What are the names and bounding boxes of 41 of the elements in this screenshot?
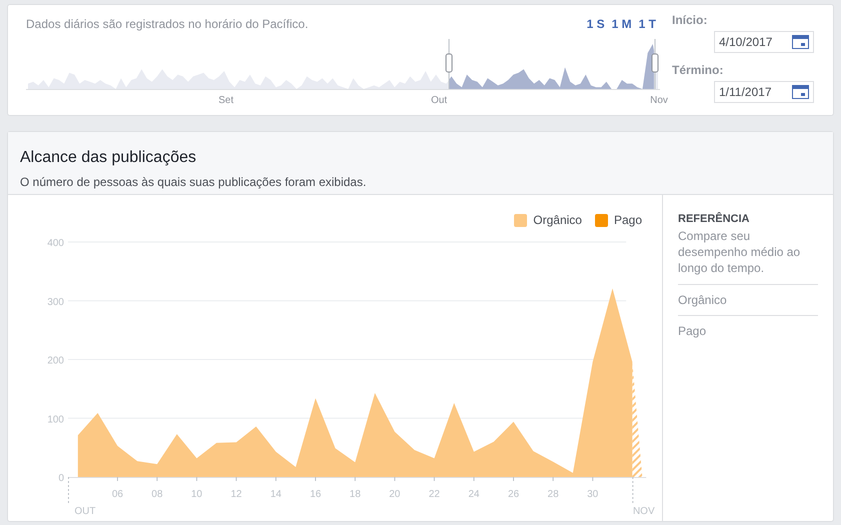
x-axis-label: 20	[389, 489, 400, 500]
x-axis-label: 28	[548, 489, 559, 500]
range-button[interactable]: 1 S	[586, 15, 605, 33]
reference-item[interactable]: Orgânico	[678, 284, 818, 316]
calendar-icon[interactable]	[792, 85, 809, 99]
x-axis-label: 06	[112, 489, 124, 500]
card-subtitle: O número de pessoas às quais suas publicações foram exibidas.	[20, 174, 368, 191]
x-axis-label: 24	[468, 489, 480, 500]
x-axis-label: 30	[587, 489, 598, 500]
range-button[interactable]: 1 M	[612, 15, 632, 33]
legend-label: Orgânico	[533, 212, 582, 229]
timezone-note: Dados diários são registrados no horário do Pacífico.	[26, 16, 308, 33]
x-axis-label: 26	[508, 489, 520, 500]
legend-label: Pago	[614, 212, 642, 229]
start-date-field[interactable]: 4/10/2017	[714, 31, 814, 53]
month-label: Out	[430, 94, 448, 108]
x-axis-label: 10	[191, 489, 202, 500]
calendar-icon[interactable]	[792, 35, 809, 49]
y-axis-label: 0	[58, 473, 64, 484]
month-label: Set	[218, 94, 234, 108]
card-title: Alcance das publicações	[20, 148, 198, 168]
month-label: Nov	[650, 94, 668, 108]
reference-heading: REFERÊNCIA	[678, 211, 751, 227]
x-axis-label: 12	[230, 489, 242, 500]
y-axis-label: 400	[47, 238, 64, 249]
y-axis-label: 300	[47, 296, 64, 308]
reference-description: Compare seu desempenho médio ao longo do tempo.	[678, 228, 818, 284]
x-axis-label: 18	[350, 489, 361, 500]
month-label: NOV	[632, 506, 655, 517]
y-axis-label: 200	[47, 356, 64, 366]
x-axis-label: 16	[310, 489, 322, 500]
end-date-field[interactable]: 1/11/2017	[714, 81, 814, 103]
x-axis-label: 22	[428, 489, 440, 500]
x-axis-label: 08	[152, 489, 163, 500]
end-date-label: Término:	[672, 62, 724, 79]
month-label: OUT	[74, 506, 96, 517]
reference-item[interactable]: Pago	[678, 316, 818, 346]
start-date-label: Início:	[672, 12, 708, 29]
y-axis-label: 100	[47, 414, 64, 426]
x-axis-label: 14	[270, 489, 282, 500]
range-button[interactable]: 1 T	[638, 15, 656, 33]
